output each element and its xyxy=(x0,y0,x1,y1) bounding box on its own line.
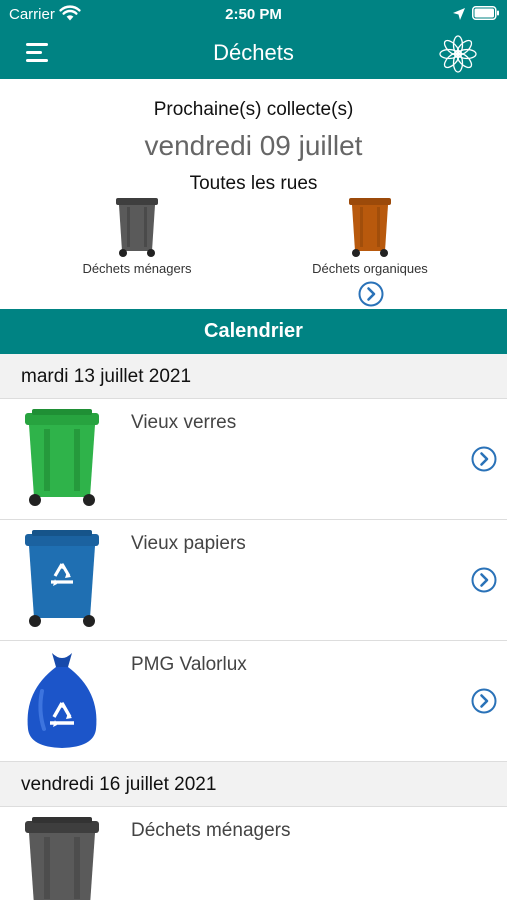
chevron-right-icon[interactable] xyxy=(358,281,384,307)
status-bar: Carrier 2:50 PM xyxy=(0,0,507,28)
calendar-list[interactable]: mardi 13 juillet 2021 Vieux verres Vieux… xyxy=(0,354,507,900)
grey-bin-icon xyxy=(25,817,99,900)
flower-logo-icon[interactable] xyxy=(438,34,478,74)
location-arrow-icon xyxy=(453,8,465,20)
app-header: Carrier 2:50 PM Déchets xyxy=(0,0,507,79)
green-glass-bin-icon xyxy=(25,409,99,506)
next-bin-organic-label: Déchets organiques xyxy=(312,261,428,276)
battery-icon xyxy=(472,6,499,20)
blue-recycle-bin-icon xyxy=(25,530,99,627)
next-bin-household-label: Déchets ménagers xyxy=(82,261,192,276)
waste-label: Vieux verres xyxy=(131,412,237,433)
date-row: mardi 13 juillet 2021 xyxy=(0,354,507,399)
navigation-bar: Déchets xyxy=(0,28,507,79)
waste-label: PMG Valorlux xyxy=(131,654,247,675)
next-collection-heading: Prochaine(s) collecte(s) xyxy=(153,99,354,120)
waste-row-pmg[interactable]: PMG Valorlux xyxy=(0,641,507,762)
next-collection-panel: Prochaine(s) collecte(s) vendredi 09 jui… xyxy=(0,79,507,309)
page-title: Déchets xyxy=(213,40,294,65)
streets-label: Toutes les rues xyxy=(189,173,318,194)
status-time: 2:50 PM xyxy=(225,6,282,23)
date-row: vendredi 16 juillet 2021 xyxy=(0,762,507,807)
waste-row-paper[interactable]: Vieux papiers xyxy=(0,520,507,641)
chevron-right-icon[interactable] xyxy=(471,688,497,714)
brown-bin-icon xyxy=(349,198,391,257)
grey-bin-icon xyxy=(116,198,158,257)
next-bin-organic: Déchets organiques xyxy=(280,195,460,276)
waste-label: Déchets ménagers xyxy=(131,820,291,841)
blue-recycle-bag-icon xyxy=(27,653,97,748)
waste-row-glass[interactable]: Vieux verres xyxy=(0,399,507,520)
next-collection-date: vendredi 09 juillet xyxy=(144,130,363,161)
chevron-right-icon[interactable] xyxy=(471,567,497,593)
waste-label: Vieux papiers xyxy=(131,533,246,554)
next-bin-household: Déchets ménagers xyxy=(47,195,227,276)
waste-row-household[interactable]: Déchets ménagers xyxy=(0,807,507,900)
calendar-header: Calendrier xyxy=(0,309,507,354)
chevron-right-icon[interactable] xyxy=(471,446,497,472)
